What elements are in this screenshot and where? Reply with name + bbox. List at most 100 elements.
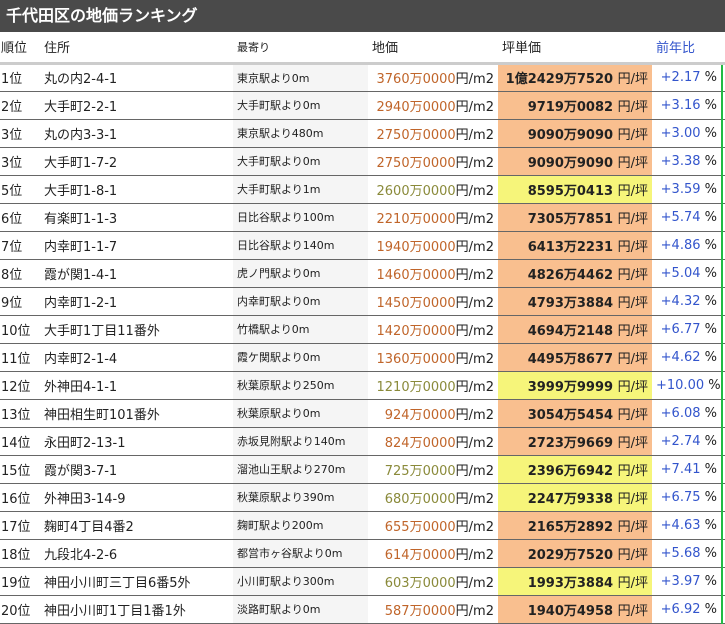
table-row[interactable]: 20位 神田小川町1丁目1番1外 淡路町駅より0m 587万0000円/m2 1940万… [0, 595, 725, 624]
address: 神田相生町101番外 [40, 399, 233, 428]
unit-m2: 円/m2 [455, 99, 494, 115]
percent-sign: % [704, 97, 717, 113]
unit-tsubo: 円/坪 [617, 547, 648, 563]
yoy-value: +5.74 [660, 209, 701, 225]
nearest-station: 東京駅より480m [233, 119, 368, 148]
table-row[interactable]: 9位 内幸町1-2-1 内幸町駅より0m 1450万0000円/m2 4793万3884… [0, 287, 725, 316]
land-price: 2210万0000円/m2 [368, 203, 498, 232]
address: 大手町1-8-1 [40, 175, 233, 204]
rank: 13位 [0, 399, 40, 428]
rank: 9位 [0, 287, 40, 316]
year-over-year: +3.59 % [652, 175, 722, 204]
rank: 10位 [0, 315, 40, 344]
land-price-value: 655万0000 [384, 519, 456, 535]
table-row[interactable]: 3位 大手町1-7-2 大手町駅より0m 2750万0000円/m2 9090万9090… [0, 147, 725, 176]
year-over-year: +4.86 % [652, 231, 722, 260]
header-address[interactable]: 住所 [40, 32, 233, 65]
year-over-year: +3.16 % [652, 91, 722, 120]
ranking-table: 順位 住所 最寄り 地価 坪単価 前年比 騰 1位丸の内2-4-1東京駅より0m… [0, 32, 725, 624]
land-price-value: 1940万0000 [376, 239, 456, 255]
year-over-year: +3.97 % [652, 567, 722, 596]
unit-m2: 円/m2 [455, 407, 494, 423]
table-row[interactable]: 8位 霞が関1-4-1 虎ノ門駅より0m 1460万0000円/m2 4826万4462… [0, 259, 725, 288]
tsubo-price: 4826万4462 円/坪 [498, 259, 652, 288]
tsubo-price: 1億2429万7520 円/坪 [498, 63, 652, 92]
tsubo-price: 9090万9090 円/坪 [498, 147, 652, 176]
year-over-year: +4.32 % [652, 287, 722, 316]
percent-sign: % [704, 517, 717, 533]
tsubo-price: 2247万9338 円/坪 [498, 483, 652, 512]
header-tsubo[interactable]: 坪単価 [498, 32, 652, 65]
table-row[interactable]: 2位 大手町2-2-1 大手町駅より0m 2940万0000円/m2 9719万0082… [0, 91, 725, 120]
land-price: 614万0000円/m2 [368, 539, 498, 568]
table-row[interactable]: 16位 外神田3-14-9 秋葉原駅より390m 680万0000円/m2 2247万9… [0, 483, 725, 512]
land-price-value: 2940万0000 [376, 99, 456, 115]
tsubo-price: 9719万0082 円/坪 [498, 91, 652, 120]
percent-sign: % [704, 321, 717, 337]
nearest-station: 大手町駅より0m [233, 91, 368, 120]
nearest-station: 淡路町駅より0m [233, 595, 368, 624]
percent-sign: % [704, 545, 717, 561]
table-row[interactable]: 17位 麹町4丁目4番2 麹町駅より200m 655万0000円/m2 2165万289… [0, 511, 725, 540]
tsubo-price-value: 9090万9090 [527, 127, 614, 143]
tsubo-price-value: 1940万4958 [527, 603, 614, 619]
unit-m2: 円/m2 [455, 351, 494, 367]
year-over-year: +2.17 % [652, 63, 722, 92]
yoy-value: +3.38 [660, 153, 701, 169]
land-price: 2940万0000円/m2 [368, 91, 498, 120]
rank: 3位 [0, 147, 40, 176]
tsubo-price-value: 2247万9338 [527, 491, 614, 507]
nearest-station: 霞ケ関駅より0m [233, 343, 368, 372]
table-row[interactable]: 18位 九段北4-2-6 都営市ヶ谷駅より0m 614万0000円/m2 2029万75… [0, 539, 725, 568]
year-over-year: +6.08 % [652, 399, 722, 428]
table-row[interactable]: 7位 内幸町1-1-7 日比谷駅より140m 1940万0000円/m2 6413万22… [0, 231, 725, 260]
nearest-station: 内幸町駅より0m [233, 287, 368, 316]
tsubo-price: 2723万9669 円/坪 [498, 427, 652, 456]
tsubo-price-value: 6413万2231 [527, 239, 614, 255]
unit-m2: 円/m2 [455, 239, 494, 255]
rank: 3位 [0, 119, 40, 148]
nearest-station: 都営市ヶ谷駅より0m [233, 539, 368, 568]
table-row[interactable]: 13位 神田相生町101番外 秋葉原駅より0m 924万0000円/m2 3054万54… [0, 399, 725, 428]
unit-m2: 円/m2 [455, 519, 494, 535]
header-rank[interactable]: 順位 [0, 32, 40, 65]
table-row[interactable]: 12位 外神田4-1-1 秋葉原駅より250m 1210万0000円/m2 3999万9… [0, 371, 725, 400]
table-row[interactable]: 15位 霞が関3-7-1 溜池山王駅より270m 725万0000円/m2 2396万6… [0, 455, 725, 484]
unit-tsubo: 円/坪 [617, 351, 648, 367]
table-row[interactable]: 5位 大手町1-8-1 大手町駅より1m 2600万0000円/m2 8595万0413… [0, 175, 725, 204]
table-row[interactable]: 11位 内幸町2-1-4 霞ケ関駅より0m 1360万0000円/m2 4495万867… [0, 343, 725, 372]
table-row[interactable]: 14位 永田町2-13-1 赤坂見附駅より140m 824万0000円/m2 2723万… [0, 427, 725, 456]
table-row[interactable]: 6位 有楽町1-1-3 日比谷駅より100m 2210万0000円/m2 7305万78… [0, 203, 725, 232]
land-price-value: 2750万0000 [376, 127, 456, 143]
header-station[interactable]: 最寄り [233, 32, 368, 65]
header-yoy[interactable]: 前年比 [652, 32, 722, 65]
tsubo-price-value: 7305万7851 [527, 211, 614, 227]
unit-tsubo: 円/坪 [617, 435, 648, 451]
unit-tsubo: 円/坪 [617, 295, 648, 311]
table-row[interactable]: 10位 大手町1丁目11番外 竹橋駅より0m 1420万0000円/m2 4694万21… [0, 315, 725, 344]
address: 神田小川町三丁目6番5外 [40, 567, 233, 596]
year-over-year: +10.00 % [652, 371, 722, 400]
land-price: 587万0000円/m2 [368, 595, 498, 624]
tsubo-price-value: 3999万9999 [527, 379, 614, 395]
year-over-year: +6.75 % [652, 483, 722, 512]
tsubo-price-value: 2029万7520 [527, 547, 614, 563]
address: 神田小川町1丁目1番1外 [40, 595, 233, 624]
land-price-value: 587万0000 [384, 603, 456, 619]
tsubo-price-value: 2165万2892 [527, 519, 614, 535]
yoy-value: +6.92 [660, 601, 701, 617]
table-row[interactable]: 19位 神田小川町三丁目6番5外 小川町駅より300m 603万0000円/m2 199… [0, 567, 725, 596]
address: 霞が関3-7-1 [40, 455, 233, 484]
nearest-station: 秋葉原駅より390m [233, 483, 368, 512]
nearest-station: 小川町駅より300m [233, 567, 368, 596]
unit-tsubo: 円/坪 [617, 379, 648, 395]
yoy-value: +4.62 [660, 349, 701, 365]
tsubo-price: 4495万8677 円/坪 [498, 343, 652, 372]
land-price-value: 725万0000 [384, 463, 456, 479]
unit-tsubo: 円/坪 [617, 463, 648, 479]
table-row[interactable]: 3位 丸の内3-3-1 東京駅より480m 2750万0000円/m2 9090万909… [0, 119, 725, 148]
header-price[interactable]: 地価 [368, 32, 498, 65]
table-row[interactable]: 1位 丸の内2-4-1 東京駅より0m 3760万0000円/m2 1億2429万752… [0, 63, 725, 92]
rank: 17位 [0, 511, 40, 540]
tsubo-price-value: 4793万3884 [527, 295, 614, 311]
